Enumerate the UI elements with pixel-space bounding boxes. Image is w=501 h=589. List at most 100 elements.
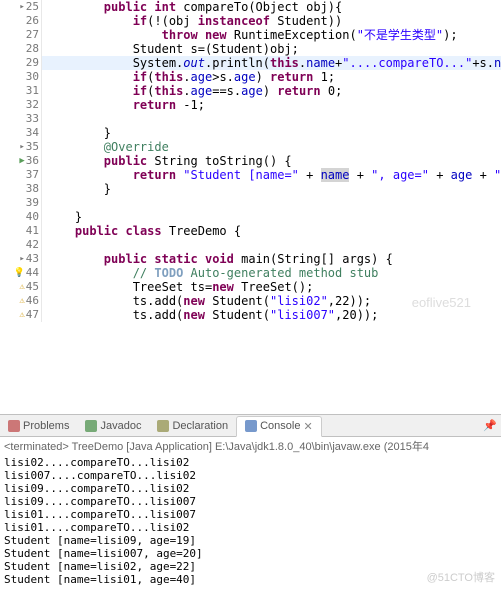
code-content[interactable]: throw new RuntimeException("不是学生类型"); <box>42 28 458 42</box>
gutter[interactable]: 41 <box>0 224 42 238</box>
gutter[interactable]: 28 <box>0 42 42 56</box>
code-line[interactable]: 38 } <box>0 182 501 196</box>
gutter[interactable]: ⚠46 <box>0 294 42 308</box>
code-content[interactable]: if(this.age>s.age) return 1; <box>42 70 335 84</box>
gutter[interactable]: ▸43 <box>0 252 42 266</box>
gutter[interactable]: 30 <box>0 70 42 84</box>
code-content[interactable]: // TODO Auto-generated method stub <box>42 266 378 280</box>
tab-declaration[interactable]: Declaration <box>149 417 236 435</box>
code-line[interactable]: ▸25 public int compareTo(Object obj){ <box>0 0 501 14</box>
tabs-toolbar: 📌 <box>483 419 501 432</box>
code-line[interactable]: ▸35 @Override <box>0 140 501 154</box>
line-number: 44 <box>26 266 39 280</box>
code-content[interactable]: return "Student [name=" + name + ", age=… <box>42 168 501 182</box>
code-line[interactable]: 40 } <box>0 210 501 224</box>
code-content[interactable]: public String toString() { <box>42 154 292 168</box>
tab-icon <box>157 420 169 432</box>
line-number: 26 <box>26 14 39 28</box>
line-number: 43 <box>26 252 39 266</box>
line-number: 34 <box>26 126 39 140</box>
code-line[interactable]: 39 <box>0 196 501 210</box>
line-number: 41 <box>26 224 39 238</box>
code-content[interactable]: if(!(obj instanceof Student)) <box>42 14 342 28</box>
code-content[interactable]: } <box>42 126 111 140</box>
code-content[interactable]: public int compareTo(Object obj){ <box>42 0 342 14</box>
code-content[interactable]: } <box>42 182 111 196</box>
code-line[interactable]: 37 return "Student [name=" + name + ", a… <box>0 168 501 182</box>
gutter[interactable]: 32 <box>0 98 42 112</box>
code-line[interactable]: 💡44 // TODO Auto-generated method stub <box>0 266 501 280</box>
code-line[interactable]: 34 } <box>0 126 501 140</box>
code-line[interactable]: 32 return -1; <box>0 98 501 112</box>
line-number: 30 <box>26 70 39 84</box>
gutter[interactable]: 💡44 <box>0 266 42 280</box>
tri-icon: ▸ <box>19 0 24 14</box>
gutter[interactable]: ⚠47 <box>0 308 42 322</box>
tab-icon <box>245 420 257 432</box>
gutter[interactable]: 42 <box>0 238 42 252</box>
gutter[interactable]: 34 <box>0 126 42 140</box>
code-line[interactable]: 33 <box>0 112 501 126</box>
line-number: 25 <box>26 0 39 14</box>
gutter[interactable]: ▶36 <box>0 154 42 168</box>
line-number: 29 <box>26 56 39 70</box>
gutter[interactable]: 38 <box>0 182 42 196</box>
code-content[interactable]: TreeSet ts=new TreeSet(); <box>42 280 313 294</box>
pin-icon[interactable]: 📌 <box>483 419 497 432</box>
tab-javadoc[interactable]: Javadoc <box>77 417 149 435</box>
code-line[interactable]: ⚠45 TreeSet ts=new TreeSet(); <box>0 280 501 294</box>
code-line[interactable]: 29 System.out.println(this.name+"....com… <box>0 56 501 70</box>
tab-problems[interactable]: Problems <box>0 417 77 435</box>
code-content[interactable] <box>42 196 46 210</box>
gutter[interactable]: ▸25 <box>0 0 42 14</box>
line-number: 40 <box>26 210 39 224</box>
line-number: 27 <box>26 28 39 42</box>
gutter[interactable]: 40 <box>0 210 42 224</box>
gutter[interactable]: 29 <box>0 56 42 70</box>
gutter[interactable]: ⚠45 <box>0 280 42 294</box>
gutter[interactable]: 37 <box>0 168 42 182</box>
code-line[interactable]: ▶36 public String toString() { <box>0 154 501 168</box>
gutter[interactable]: 33 <box>0 112 42 126</box>
gutter[interactable]: ▸35 <box>0 140 42 154</box>
console-view[interactable]: <terminated> TreeDemo [Java Application]… <box>0 437 501 588</box>
code-line[interactable]: 28 Student s=(Student)obj; <box>0 42 501 56</box>
code-line[interactable]: 30 if(this.age>s.age) return 1; <box>0 70 501 84</box>
code-content[interactable]: if(this.age==s.age) return 0; <box>42 84 342 98</box>
code-line[interactable]: 31 if(this.age==s.age) return 0; <box>0 84 501 98</box>
gutter[interactable]: 26 <box>0 14 42 28</box>
tri-icon: ▸ <box>19 140 24 154</box>
code-line[interactable]: 27 throw new RuntimeException("不是学生类型"); <box>0 28 501 42</box>
line-number: 36 <box>26 154 39 168</box>
console-line: lisi09....compareTO...lisi007 <box>4 495 497 508</box>
tab-label: Declaration <box>172 420 228 432</box>
gutter[interactable]: 27 <box>0 28 42 42</box>
code-content[interactable]: } <box>42 210 82 224</box>
code-content[interactable]: ts.add(new Student("lisi02",22)); <box>42 294 371 308</box>
tab-label: Console <box>260 420 300 432</box>
gutter[interactable]: 39 <box>0 196 42 210</box>
code-content[interactable]: public static void main(String[] args) { <box>42 252 393 266</box>
code-content[interactable]: System.out.println(this.name+"....compar… <box>42 56 501 70</box>
code-content[interactable]: @Override <box>42 140 169 154</box>
console-line: lisi01....compareTO...lisi02 <box>4 521 497 534</box>
tab-icon <box>85 420 97 432</box>
gutter[interactable]: 31 <box>0 84 42 98</box>
code-line[interactable]: ⚠47 ts.add(new Student("lisi007",20)); <box>0 308 501 322</box>
code-content[interactable] <box>42 112 46 126</box>
tab-icon <box>8 420 20 432</box>
tab-console[interactable]: Console ✕ <box>236 416 322 437</box>
line-number: 45 <box>26 280 39 294</box>
code-editor[interactable]: ▸25 public int compareTo(Object obj){26 … <box>0 0 501 415</box>
code-content[interactable]: public class TreeDemo { <box>42 224 241 238</box>
code-content[interactable]: ts.add(new Student("lisi007",20)); <box>42 308 378 322</box>
code-line[interactable]: 26 if(!(obj instanceof Student)) <box>0 14 501 28</box>
code-content[interactable]: Student s=(Student)obj; <box>42 42 299 56</box>
close-icon[interactable]: ✕ <box>303 420 312 433</box>
code-content[interactable] <box>42 238 46 252</box>
code-line[interactable]: ▸43 public static void main(String[] arg… <box>0 252 501 266</box>
console-output: lisi02....compareTO...lisi02lisi007....c… <box>4 456 497 586</box>
code-line[interactable]: 42 <box>0 238 501 252</box>
code-line[interactable]: 41 public class TreeDemo { <box>0 224 501 238</box>
code-content[interactable]: return -1; <box>42 98 205 112</box>
